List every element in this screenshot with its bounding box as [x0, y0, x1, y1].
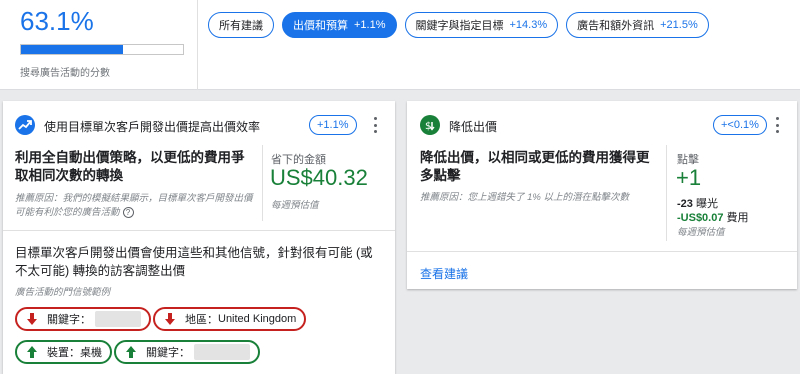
arrow-down-icon [25, 312, 39, 326]
arrow-up-icon [25, 345, 39, 359]
chip-pct: +1.1% [354, 19, 386, 31]
signal-chip-keyword-up: 關鍵字： [114, 340, 260, 364]
signal-label: 裝置： [47, 347, 80, 359]
view-recommendations-link[interactable]: 查看建議 [420, 265, 468, 282]
signal-value: United Kingdom [218, 313, 297, 325]
lower-bid-icon: $ [420, 115, 440, 135]
divider [197, 0, 198, 90]
cost-label: 費用 [726, 212, 749, 224]
optimization-score-progress-fill [21, 45, 124, 54]
chip-keywords-and-targeting[interactable]: 關鍵字與指定目標 +14.3% [404, 12, 559, 38]
divider [3, 230, 395, 231]
savings-value: US$40.32 [270, 165, 368, 190]
card-headline: 降低出價，以相同或更低的費用獲得更多點擊 [420, 150, 650, 183]
weekly-estimate-label: 每週預估值 [271, 200, 319, 211]
chip-label: 廣告和額外資訊 [577, 20, 655, 32]
chip-bids-and-budgets[interactable]: 出價和預算 +1.1% [282, 12, 397, 38]
clicks-value: +1 [676, 165, 702, 190]
svg-text:$: $ [425, 121, 431, 132]
chip-label: 出價和預算 [293, 20, 348, 32]
redacted-value [194, 344, 250, 360]
help-icon[interactable]: ? [122, 206, 134, 218]
weekly-estimate-label: 每週預估值 [677, 227, 725, 238]
signal-chip-device-up: 裝置： 桌機 [15, 340, 112, 364]
category-filter-chips: 所有建議 出價和預算 +1.1% 關鍵字與指定目標 +14.3% 廣告和額外資訊… [208, 12, 709, 38]
optimization-score-value: 63.1% [20, 6, 94, 36]
divider [407, 251, 797, 252]
reason-text: 推薦原因：我們的模擬結果顯示，目標單次客戶開發出價可能有利於您的廣告活動 [15, 193, 253, 218]
chip-label: 關鍵字與指定目標 [415, 20, 504, 32]
optimization-score-label: 搜尋廣告活動的分數 [20, 68, 110, 79]
more-options-icon[interactable] [373, 117, 377, 133]
signal-label: 關鍵字： [47, 314, 91, 326]
trending-up-icon [15, 115, 35, 135]
signal-label: 地區： [185, 314, 218, 326]
card-title: 使用目標單次客戶開發出價提高出價效率 [44, 120, 261, 134]
optimization-score-bar: 63.1% 搜尋廣告活動的分數 所有建議 出價和預算 +1.1% 關鍵字與指定目… [0, 0, 800, 90]
card-description: 目標單次客戶開發出價會使用這些和其他信號，針對很有可能 (或不太可能) 轉換的訪… [15, 246, 373, 278]
arrow-down-icon [163, 312, 177, 326]
signal-chip-keyword-down: 關鍵字： [15, 307, 151, 331]
card-title: 降低出價 [449, 120, 498, 134]
signals-label: 廣告活動的門信號範例 [15, 287, 111, 298]
divider [262, 145, 263, 221]
chip-ads-and-extensions[interactable]: 廣告和額外資訊 +21.5% [566, 12, 709, 38]
recommendation-card-lower-bids: $ 降低出價 +<0.1% 降低出價，以相同或更低的費用獲得更多點擊 點擊 +1… [407, 101, 797, 289]
more-options-icon[interactable] [775, 117, 779, 133]
arrow-up-icon [124, 345, 138, 359]
chip-label: 所有建議 [219, 20, 263, 32]
recommendation-reason: 推薦原因：您上週錯失了 1% 以上的潛在點擊次數 [420, 192, 630, 203]
chip-pct: +14.3% [509, 19, 548, 31]
signal-chip-region-down: 地區： United Kingdom [153, 307, 307, 331]
cost-change: -US$0.07 費用 [677, 209, 749, 225]
optimization-score-progress [20, 44, 184, 55]
score-impact-badge: +<0.1% [713, 115, 767, 135]
divider [666, 145, 667, 241]
signal-value: 桌機 [80, 347, 102, 359]
cost-value: -US$0.07 [677, 212, 724, 224]
signal-label: 關鍵字： [146, 347, 190, 359]
redacted-value [95, 311, 141, 327]
chip-pct: +21.5% [660, 19, 698, 31]
chip-all-recommendations[interactable]: 所有建議 [208, 12, 274, 38]
recommendation-reason: 推薦原因：我們的模擬結果顯示，目標單次客戶開發出價可能有利於您的廣告活動? [15, 192, 255, 220]
recommendation-card-target-cpa: 使用目標單次客戶開發出價提高出價效率 +1.1% 利用全自動出價策略，以更低的費… [3, 101, 395, 374]
card-headline: 利用全自動出價策略，以更低的費用爭取相同次數的轉換 [15, 150, 245, 183]
score-impact-badge: +1.1% [309, 115, 357, 135]
